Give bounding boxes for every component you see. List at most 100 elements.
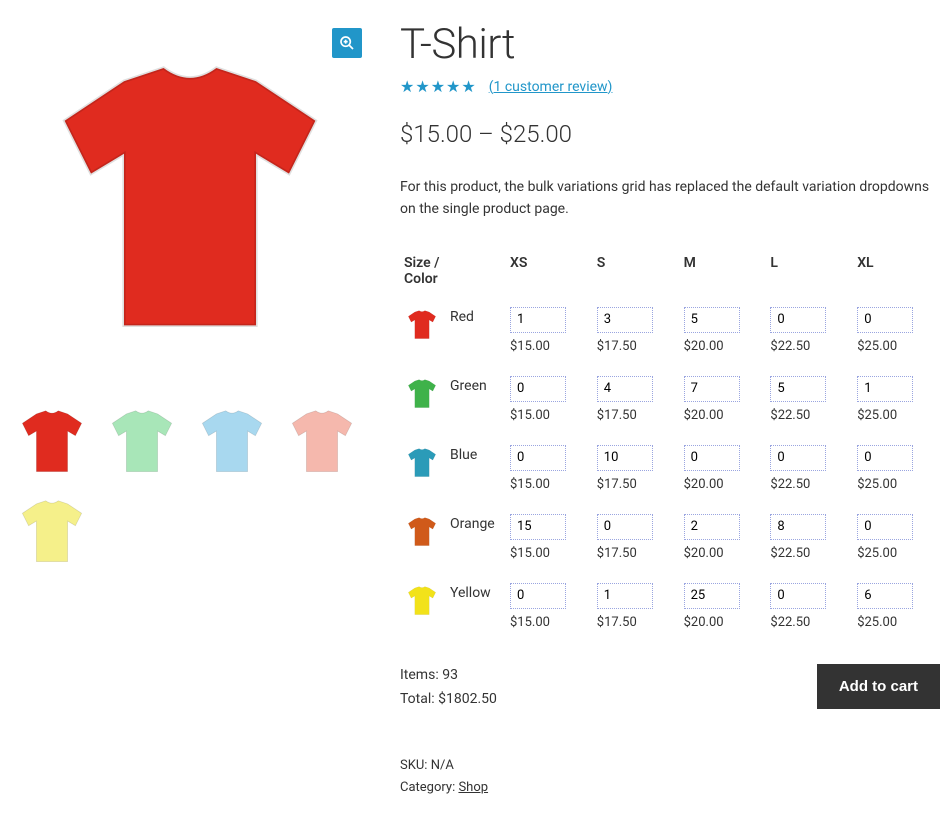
cell-price: $25.00 [857, 339, 936, 354]
cell-price: $20.00 [684, 546, 763, 561]
color-label: Blue [446, 439, 506, 508]
reviews-link[interactable]: (1 customer review) [489, 79, 613, 95]
color-swatch [400, 577, 446, 646]
product-description: For this product, the bulk variations gr… [400, 176, 940, 221]
cell-price: $25.00 [857, 477, 936, 492]
quantity-input[interactable] [597, 583, 653, 609]
cell-price: $22.50 [770, 546, 849, 561]
cell-price: $15.00 [510, 339, 589, 354]
cell-price: $17.50 [597, 615, 676, 630]
quantity-input[interactable] [510, 445, 566, 471]
size-header: M [680, 249, 767, 301]
quantity-input[interactable] [770, 376, 826, 402]
total-price: $1802.50 [438, 691, 497, 707]
zoom-icon[interactable] [332, 28, 362, 58]
size-header: L [766, 249, 853, 301]
table-row: Orange $15.00 $17.50 $20.00 $22.50 $25.00 [400, 508, 940, 577]
price-range: $15.00 – $25.00 [400, 120, 940, 148]
star-rating: ★★★★★ [400, 77, 477, 96]
quantity-input[interactable] [510, 376, 566, 402]
quantity-input[interactable] [770, 445, 826, 471]
quantity-input[interactable] [684, 583, 740, 609]
quantity-input[interactable] [684, 307, 740, 333]
color-label: Orange [446, 508, 506, 577]
quantity-input[interactable] [597, 307, 653, 333]
variation-cell: $17.50 [593, 301, 680, 370]
color-swatch [400, 508, 446, 577]
variation-cell: $25.00 [853, 439, 940, 508]
variation-cell: $15.00 [506, 370, 593, 439]
variation-cell: $15.00 [506, 577, 593, 646]
cell-price: $15.00 [510, 615, 589, 630]
quantity-input[interactable] [770, 583, 826, 609]
quantity-input[interactable] [510, 583, 566, 609]
variation-cell: $15.00 [506, 439, 593, 508]
product-meta: SKU: N/A Category: Shop [400, 755, 940, 799]
totals-summary: Items: 93 Total: $1802.50 [400, 664, 497, 712]
variation-cell: $25.00 [853, 577, 940, 646]
variation-cell: $17.50 [593, 370, 680, 439]
cell-price: $20.00 [684, 615, 763, 630]
category-link[interactable]: Shop [458, 780, 488, 795]
cell-price: $15.00 [510, 408, 589, 423]
variation-cell: $20.00 [680, 577, 767, 646]
cell-price: $25.00 [857, 546, 936, 561]
color-label: Green [446, 370, 506, 439]
cell-price: $15.00 [510, 546, 589, 561]
variation-cell: $22.50 [766, 370, 853, 439]
cell-price: $17.50 [597, 477, 676, 492]
variation-cell: $20.00 [680, 301, 767, 370]
table-row: Yellow $15.00 $17.50 $20.00 $22.50 $25.00 [400, 577, 940, 646]
variation-cell: $25.00 [853, 301, 940, 370]
cell-price: $20.00 [684, 339, 763, 354]
table-row: Blue$15.00$17.50$20.00$22.50$25.00 [400, 439, 940, 508]
variation-cell: $20.00 [680, 508, 767, 577]
quantity-input[interactable] [510, 307, 566, 333]
cell-price: $22.50 [770, 408, 849, 423]
quantity-input[interactable] [684, 445, 740, 471]
cell-price: $22.50 [770, 477, 849, 492]
cell-price: $22.50 [770, 615, 849, 630]
quantity-input[interactable] [857, 376, 913, 402]
quantity-input[interactable] [857, 307, 913, 333]
gallery-thumb[interactable] [280, 400, 364, 484]
table-row: Red $15.00 $17.50 $20.00 $22.50 $25.00 [400, 301, 940, 370]
quantity-input[interactable] [597, 445, 653, 471]
variation-cell: $22.50 [766, 508, 853, 577]
variation-cell: $25.00 [853, 508, 940, 577]
variations-grid: Size /ColorXSSMLXL Red$15.00$17.50$20.00… [400, 249, 940, 646]
variation-cell: $25.00 [853, 370, 940, 439]
quantity-input[interactable] [857, 514, 913, 540]
quantity-input[interactable] [510, 514, 566, 540]
quantity-input[interactable] [597, 376, 653, 402]
quantity-input[interactable] [770, 307, 826, 333]
variation-cell: $17.50 [593, 439, 680, 508]
color-swatch [400, 301, 446, 370]
items-count: 93 [442, 667, 458, 683]
gallery-thumb[interactable] [10, 400, 94, 484]
cell-price: $15.00 [510, 477, 589, 492]
cell-price: $20.00 [684, 408, 763, 423]
main-product-image[interactable] [10, 20, 370, 380]
product-title: T-Shirt [400, 20, 940, 69]
variation-cell: $17.50 [593, 577, 680, 646]
color-swatch [400, 439, 446, 508]
quantity-input[interactable] [857, 445, 913, 471]
color-swatch [400, 370, 446, 439]
cell-price: $22.50 [770, 339, 849, 354]
gallery-thumb[interactable] [100, 400, 184, 484]
color-label: Yellow [446, 577, 506, 646]
quantity-input[interactable] [684, 376, 740, 402]
quantity-input[interactable] [857, 583, 913, 609]
cell-price: $17.50 [597, 408, 676, 423]
variation-cell: $15.00 [506, 508, 593, 577]
quantity-input[interactable] [770, 514, 826, 540]
quantity-input[interactable] [597, 514, 653, 540]
gallery-thumb[interactable] [190, 400, 274, 484]
quantity-input[interactable] [684, 514, 740, 540]
variation-cell: $17.50 [593, 508, 680, 577]
gallery-thumb[interactable] [10, 490, 94, 574]
size-header: S [593, 249, 680, 301]
color-label: Red [446, 301, 506, 370]
add-to-cart-button[interactable]: Add to cart [817, 664, 940, 709]
